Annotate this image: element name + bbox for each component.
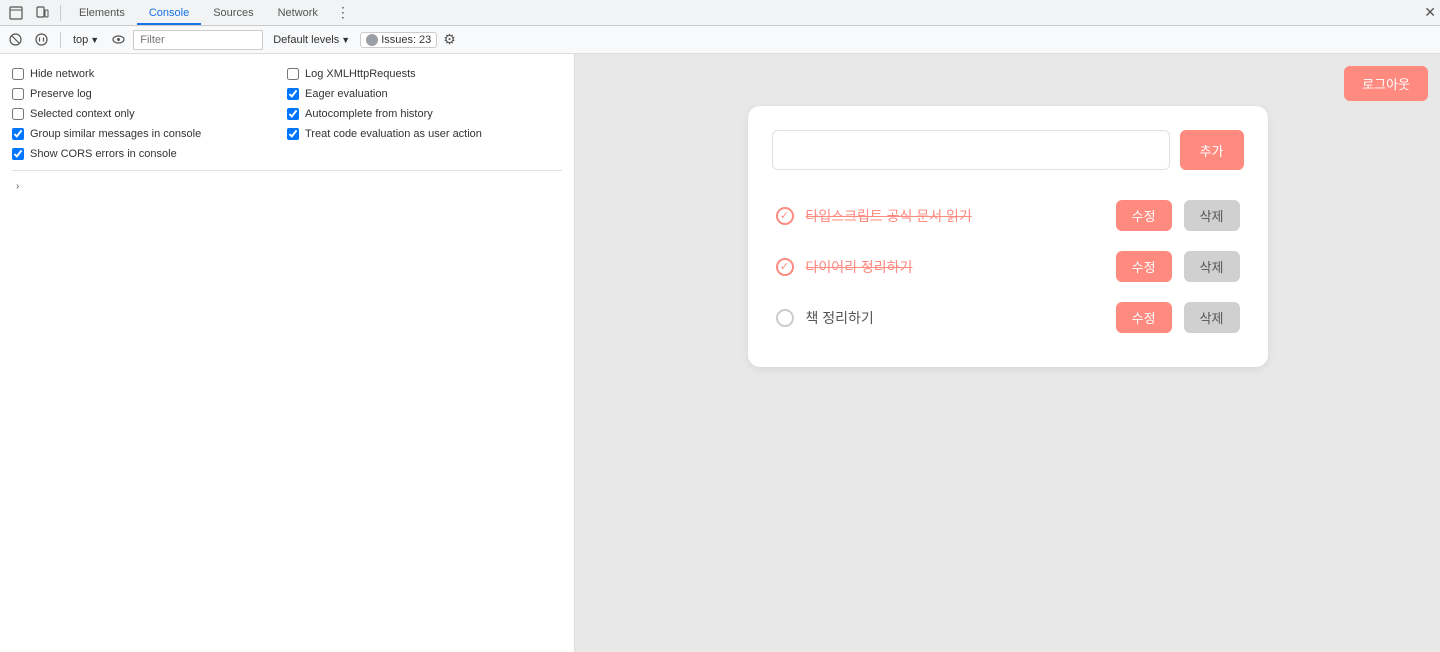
log-xhr-checkbox[interactable] [287,68,299,80]
todo-text-input[interactable] [772,130,1170,170]
settings-rows: Hide network Preserve log Selected conte… [12,62,562,166]
autocomplete-label: Autocomplete from history [305,108,433,120]
autocomplete-checkbox[interactable] [287,108,299,120]
inspect-element-btn[interactable] [4,1,28,25]
group-similar-option[interactable]: Group similar messages in console [12,128,287,140]
context-label: top [73,34,88,46]
devtools-toolbar: top ▼ Default levels ▼ Issues: 23 ⚙ [0,26,1440,54]
todo-checkbox-2[interactable] [776,258,794,276]
toolbar-separator [60,5,61,21]
tab-network[interactable]: Network [266,1,330,25]
autocomplete-history-option[interactable]: Autocomplete from history [287,108,562,120]
tab-elements[interactable]: Elements [67,1,137,25]
delete-btn-2[interactable]: 삭제 [1184,251,1240,282]
eager-eval-option[interactable]: Eager evaluation [287,88,562,100]
hide-network-label: Hide network [30,68,94,80]
todo-checkbox-1[interactable] [776,207,794,225]
devtools-tabs: Elements Console Sources Network [67,0,330,25]
show-cors-checkbox[interactable] [12,148,24,160]
delete-btn-3[interactable]: 삭제 [1184,302,1240,333]
todo-checkbox-3[interactable] [776,309,794,327]
group-similar-checkbox[interactable] [12,128,24,140]
todo-text-3: 책 정리하기 [806,308,1104,328]
todo-card: 추가 타입스크립트 공식 문서 읽기 수정 삭제 다이어리 정리하기 수정 삭제… [748,106,1268,367]
levels-arrow-icon: ▼ [341,35,350,45]
todo-item-1: 타입스크립트 공식 문서 읽기 수정 삭제 [772,190,1244,241]
log-xhr-option[interactable]: Log XMLHttpRequests [287,68,562,80]
todo-item-2: 다이어리 정리하기 수정 삭제 [772,241,1244,292]
devtools-topbar: Elements Console Sources Network ⋮ ✕ [0,0,1440,26]
group-similar-label: Group similar messages in console [30,128,201,140]
main-content: Hide network Preserve log Selected conte… [0,54,1440,652]
tab-console[interactable]: Console [137,1,201,25]
selected-context-checkbox[interactable] [12,108,24,120]
todo-text-1: 타입스크립트 공식 문서 읽기 [806,206,1104,226]
preserve-log-label: Preserve log [30,88,92,100]
edit-btn-3[interactable]: 수정 [1116,302,1172,333]
preserve-log-checkbox[interactable] [12,88,24,100]
clear-console-btn[interactable] [4,29,26,51]
console-settings-gear-btn[interactable]: ⚙ [443,31,456,48]
levels-label: Default levels [273,34,339,46]
toolbar-sep2 [60,32,61,48]
selected-context-option[interactable]: Selected context only [12,108,287,120]
tab-sources[interactable]: Sources [201,1,265,25]
close-devtools-btn[interactable]: ✕ [1424,4,1436,21]
treat-code-checkbox[interactable] [287,128,299,140]
eager-eval-checkbox[interactable] [287,88,299,100]
context-selector[interactable]: top ▼ [69,33,103,47]
eager-eval-label: Eager evaluation [305,88,388,100]
preserve-log-option[interactable]: Preserve log [12,88,287,100]
delete-btn-1[interactable]: 삭제 [1184,200,1240,231]
console-settings-panel: Hide network Preserve log Selected conte… [0,54,575,652]
add-todo-button[interactable]: 추가 [1180,130,1244,170]
settings-col-1: Hide network Preserve log Selected conte… [12,62,287,166]
todo-item-3: 책 정리하기 수정 삭제 [772,292,1244,343]
issues-badge: Issues: 23 [360,32,437,48]
show-cors-option[interactable]: Show CORS errors in console [12,148,287,160]
settings-divider [12,170,562,171]
context-dropdown-icon: ▼ [90,35,99,45]
todo-text-2: 다이어리 정리하기 [806,257,1104,277]
issues-label: Issues: [381,34,416,46]
issues-count: 23 [419,34,431,46]
expand-arrow-btn[interactable]: › [12,177,23,196]
hide-network-checkbox[interactable] [12,68,24,80]
selected-context-label: Selected context only [30,108,135,120]
app-panel: 로그아웃 추가 타입스크립트 공식 문서 읽기 수정 삭제 다이어리 정리하기 … [575,54,1440,652]
logout-button[interactable]: 로그아웃 [1344,66,1428,101]
eye-btn[interactable] [107,29,129,51]
settings-col-2: Log XMLHttpRequests Eager evaluation Aut… [287,62,562,166]
edit-btn-2[interactable]: 수정 [1116,251,1172,282]
issues-icon [366,34,378,46]
treat-code-eval-option[interactable]: Treat code evaluation as user action [287,128,562,140]
treat-code-label: Treat code evaluation as user action [305,128,482,140]
edit-btn-1[interactable]: 수정 [1116,200,1172,231]
show-cors-label: Show CORS errors in console [30,148,177,160]
filter-input[interactable] [133,30,263,50]
more-tabs-btn[interactable]: ⋮ [336,4,350,21]
levels-dropdown-btn[interactable]: Default levels ▼ [267,33,356,47]
device-toggle-btn[interactable] [30,1,54,25]
pause-on-exception-btn[interactable] [30,29,52,51]
hide-network-option[interactable]: Hide network [12,68,287,80]
log-xhr-label: Log XMLHttpRequests [305,68,416,80]
todo-input-row: 추가 [772,130,1244,170]
